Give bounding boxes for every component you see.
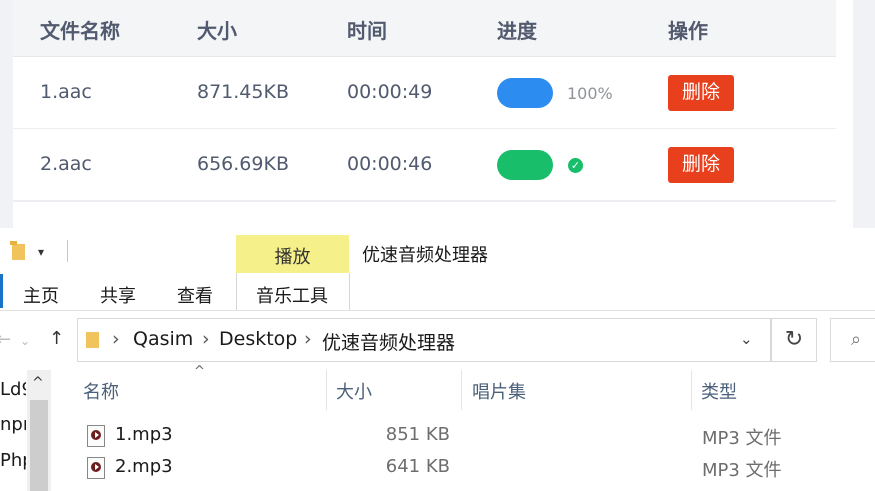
row-size: 871.45KB <box>197 81 289 103</box>
file-table: 文件名称 大小 时间 进度 操作 1.aac 871.45KB 00:00:49… <box>13 0 836 228</box>
row-time: 00:00:49 <box>347 81 433 103</box>
up-button[interactable]: ↑ <box>49 328 64 349</box>
file-name: 2.mp3 <box>115 456 173 477</box>
list-item[interactable]: 2.mp3 641 KB MP3 文件 <box>83 454 863 484</box>
row-filename: 2.aac <box>40 153 92 175</box>
check-icon: ✓ <box>568 158 583 173</box>
table-row: 2.aac 656.69KB 00:00:46 ✓ 删除 <box>13 129 836 202</box>
header-progress: 进度 <box>497 19 537 43</box>
audio-file-icon <box>87 425 105 447</box>
chevron-right-icon[interactable]: › <box>304 328 312 350</box>
folder-icon <box>86 332 99 348</box>
panel-side-strip <box>853 0 875 228</box>
nav-pane-item[interactable]: Php <box>0 450 26 471</box>
folder-icon[interactable] <box>10 241 25 260</box>
chevron-down-icon[interactable]: ▾ <box>38 245 44 259</box>
breadcrumb-qasim[interactable]: Qasim <box>133 328 193 350</box>
chevron-down-icon[interactable]: ⌄ <box>740 330 753 348</box>
chevron-right-icon[interactable]: › <box>202 328 210 350</box>
breadcrumb-folder[interactable]: 优速音频处理器 <box>322 328 455 355</box>
column-type[interactable]: 类型 <box>701 378 737 404</box>
row-time: 00:00:46 <box>347 153 433 175</box>
tab-view[interactable]: 查看 <box>177 282 213 308</box>
scroll-up-icon[interactable]: ^ <box>32 375 44 391</box>
back-button[interactable]: ← <box>0 329 11 350</box>
tab-music-tools[interactable]: 音乐工具 <box>256 282 328 308</box>
column-divider[interactable] <box>326 370 327 410</box>
header-actions: 操作 <box>668 19 708 43</box>
recent-dropdown[interactable]: ⌄ <box>20 334 30 348</box>
toolbar-divider <box>67 240 68 262</box>
scrollbar-thumb[interactable] <box>30 400 48 491</box>
column-album[interactable]: 唱片集 <box>472 378 526 404</box>
file-type: MP3 文件 <box>702 460 782 481</box>
context-tab-label: 播放 <box>274 247 311 268</box>
audio-file-icon <box>87 457 105 479</box>
file-type: MP3 文件 <box>702 428 782 449</box>
row-size: 656.69KB <box>197 153 289 175</box>
column-divider[interactable] <box>461 370 462 410</box>
file-menu-accent[interactable] <box>0 274 3 308</box>
row-filename: 1.aac <box>40 81 92 103</box>
breadcrumb-desktop[interactable]: Desktop <box>219 328 297 350</box>
header-size: 大小 <box>197 19 237 43</box>
refresh-button[interactable]: ↻ <box>771 318 817 362</box>
delete-button[interactable]: 删除 <box>668 75 734 111</box>
panel-gap <box>836 0 853 228</box>
search-box[interactable]: ⌕ <box>830 318 875 362</box>
nav-pane-item[interactable]: Ld9 <box>0 379 26 400</box>
tab-share[interactable]: 共享 <box>100 282 136 308</box>
file-name: 1.mp3 <box>115 424 173 445</box>
nav-pane-item[interactable]: npr <box>0 414 26 435</box>
file-size: 851 KB <box>385 424 450 445</box>
search-icon: ⌕ <box>851 329 862 350</box>
header-time: 时间 <box>347 19 387 43</box>
column-size[interactable]: 大小 <box>336 378 372 404</box>
table-header: 文件名称 大小 时间 进度 操作 <box>13 0 836 57</box>
sort-caret-icon: ^ <box>194 364 205 379</box>
list-item[interactable]: 1.mp3 851 KB MP3 文件 <box>83 422 863 452</box>
header-filename: 文件名称 <box>40 19 120 43</box>
context-tab-play[interactable]: 播放 <box>236 235 349 273</box>
window-title: 优速音频处理器 <box>362 245 488 266</box>
web-app-panel: 文件名称 大小 时间 进度 操作 1.aac 871.45KB 00:00:49… <box>0 0 875 228</box>
tab-home[interactable]: 主页 <box>23 282 59 308</box>
progress-percent: 100% <box>567 84 613 103</box>
delete-button[interactable]: 删除 <box>668 147 734 183</box>
chevron-right-icon[interactable]: › <box>112 328 120 350</box>
column-name[interactable]: 名称 <box>83 378 119 404</box>
progress-pill <box>497 150 553 180</box>
table-row: 1.aac 871.45KB 00:00:49 100% 删除 <box>13 57 836 130</box>
progress-pill <box>497 78 553 108</box>
ribbon-divider <box>0 310 875 311</box>
address-bar[interactable]: › Qasim › Desktop › 优速音频处理器 ⌄ <box>77 318 771 362</box>
column-divider[interactable] <box>691 370 692 410</box>
file-size: 641 KB <box>385 456 450 477</box>
